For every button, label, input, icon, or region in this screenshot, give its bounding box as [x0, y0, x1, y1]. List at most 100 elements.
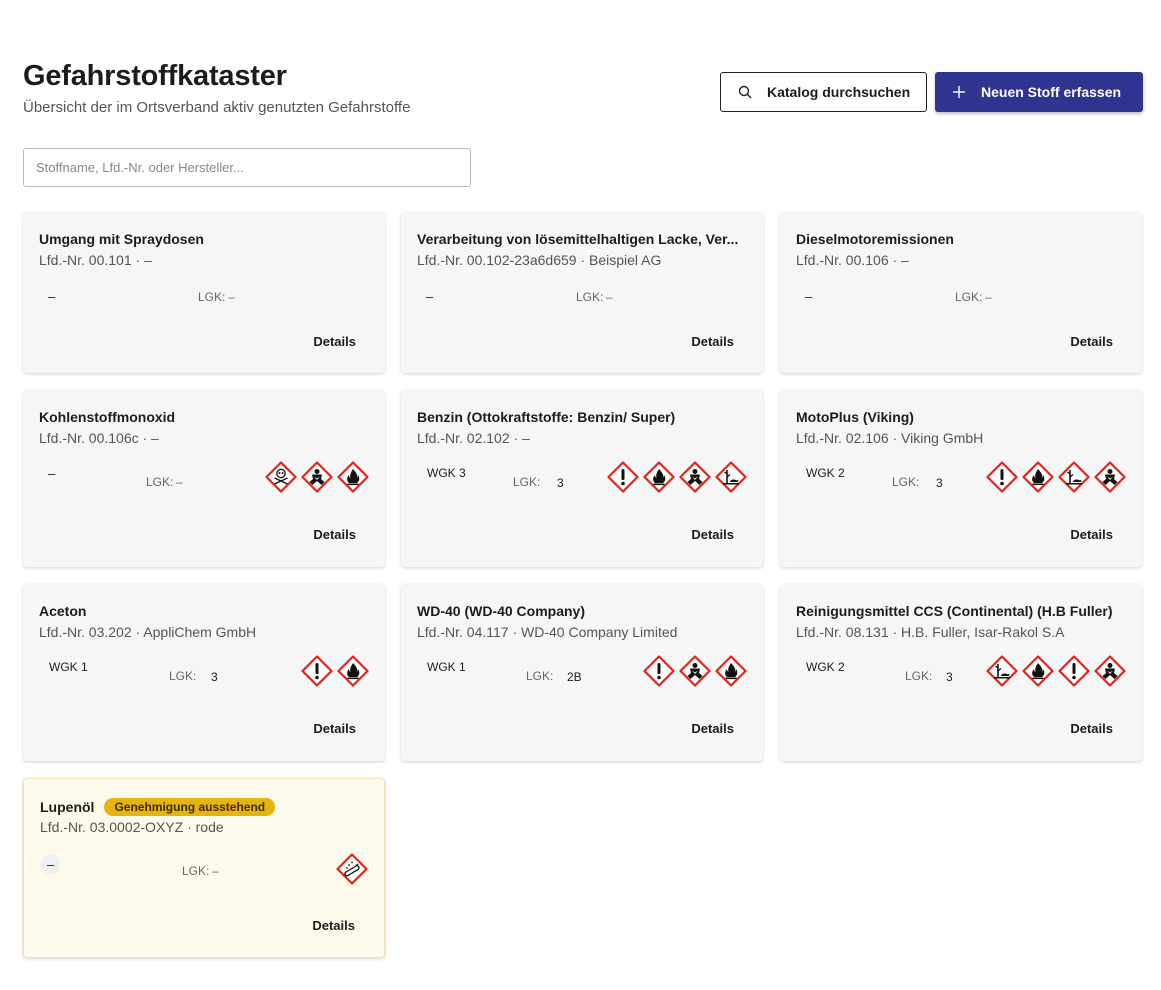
wgk-value: WGK 2	[806, 466, 845, 480]
substance-card: Aceton Lfd.-Nr. 03.202 · AppliChem GmbH WG…	[23, 584, 385, 761]
details-link[interactable]: Details	[312, 918, 355, 933]
substance-card: Benzin (Ottokraftstoffe: Benzin/ Super) L…	[401, 390, 763, 567]
card-title: Dieselmotoremissionen	[796, 231, 954, 247]
substance-card: Verarbeitung von lösemittelhaltigen Lack…	[401, 212, 763, 373]
wgk-value: –	[426, 289, 434, 304]
health-hazard-icon	[1094, 655, 1126, 687]
card-meta: Lfd.-Nr. 03.202 · AppliChem GmbH	[39, 624, 257, 640]
card-title-text: Kohlenstoffmonoxid	[39, 409, 176, 425]
lgk-value: 3	[211, 670, 218, 684]
card-meta: Lfd.-Nr. 00.106 · –	[796, 252, 909, 268]
page-header: Gefahrstoffkataster Übersicht der im Ort…	[23, 60, 410, 116]
card-title: Umgang mit Spraydosen	[39, 231, 204, 247]
details-link[interactable]: Details	[691, 334, 734, 349]
search-input[interactable]	[23, 148, 471, 187]
lgk-value: –	[176, 475, 183, 489]
card-title: Verarbeitung von lösemittelhaltigen Lack…	[417, 231, 738, 247]
details-link[interactable]: Details	[1070, 527, 1113, 542]
card-meta: Lfd.-Nr. 08.131 · H.B. Fuller, Isar-Rako…	[796, 624, 1065, 640]
plus-icon	[953, 86, 965, 98]
substance-card: Umgang mit Spraydosen Lfd.-Nr. 00.101 · –…	[23, 212, 385, 373]
lgk-label: LGK:	[513, 475, 541, 489]
details-link[interactable]: Details	[1070, 721, 1113, 736]
new-substance-label: Neuen Stoff erfassen	[981, 84, 1122, 100]
exclamation-icon	[301, 655, 333, 687]
details-link[interactable]: Details	[1070, 334, 1113, 349]
new-substance-button[interactable]: Neuen Stoff erfassen	[935, 72, 1143, 112]
card-meta: Lfd.-Nr. 00.101 · –	[39, 252, 152, 268]
lgk-value: 3	[936, 476, 943, 490]
details-link[interactable]: Details	[691, 527, 734, 542]
catalog-search-button[interactable]: Katalog durchsuchen	[720, 72, 927, 112]
health-hazard-icon	[1094, 461, 1126, 493]
wgk-value: –	[805, 289, 813, 304]
card-meta: Lfd.-Nr. 04.117 · WD-40 Company Limited	[417, 624, 678, 640]
wgk-value: WGK 3	[427, 466, 466, 480]
page-subtitle: Übersicht der im Ortsverband aktiv genut…	[23, 99, 411, 116]
card-title: Lupenöl Genehmigung ausstehend	[40, 798, 276, 816]
flame-icon	[643, 461, 675, 493]
environment-icon	[1058, 461, 1090, 493]
lgk-label: LGK:	[905, 669, 933, 683]
details-link[interactable]: Details	[313, 721, 356, 736]
substance-card: WD-40 (WD-40 Company) Lfd.-Nr. 04.117 · W…	[401, 584, 763, 761]
card-title-text: Dieselmotoremissionen	[796, 231, 954, 247]
flame-icon	[337, 655, 369, 687]
health-hazard-icon	[679, 655, 711, 687]
status-badge: Genehmigung ausstehend	[104, 798, 276, 816]
ghs-pictograms	[265, 461, 369, 493]
card-title-text: Benzin (Ottokraftstoffe: Benzin/ Super)	[417, 409, 676, 425]
lgk-value: –	[606, 290, 613, 304]
ghs-pictograms	[986, 655, 1126, 687]
lgk-label: LGK:	[182, 864, 210, 878]
card-title: WD-40 (WD-40 Company)	[417, 603, 585, 619]
exclamation-icon	[607, 461, 639, 493]
wgk-value: WGK 2	[806, 660, 845, 674]
lgk-label: LGK:	[146, 475, 174, 489]
card-title: Aceton	[39, 603, 86, 619]
catalog-search-label: Katalog durchsuchen	[767, 84, 911, 100]
substance-card: Lupenöl Genehmigung ausstehend Lfd.-Nr. 03…	[23, 778, 385, 958]
ghs-pictograms	[336, 853, 368, 885]
card-meta: Lfd.-Nr. 02.106 · Viking GmbH	[796, 430, 984, 446]
card-meta: Lfd.-Nr. 02.102 · –	[417, 430, 530, 446]
skull-icon	[265, 461, 297, 493]
gas-cylinder-icon	[336, 853, 368, 885]
environment-icon	[715, 461, 747, 493]
health-hazard-icon	[301, 461, 333, 493]
search-icon	[738, 85, 752, 99]
health-hazard-icon	[679, 461, 711, 493]
flame-icon	[1022, 655, 1054, 687]
card-title-text: Verarbeitung von lösemittelhaltigen Lack…	[417, 231, 739, 247]
environment-icon	[986, 655, 1018, 687]
exclamation-icon	[643, 655, 675, 687]
flame-icon	[715, 655, 747, 687]
card-title-text: Aceton	[39, 603, 87, 619]
details-link[interactable]: Details	[691, 721, 734, 736]
ghs-pictograms	[986, 461, 1126, 493]
ghs-pictograms	[301, 655, 369, 687]
card-meta: Lfd.-Nr. 03.0002-OXYZ · rode	[40, 819, 224, 835]
lgk-label: LGK:	[955, 290, 983, 304]
lgk-value: 2B	[567, 670, 582, 684]
wgk-value: –	[41, 855, 61, 874]
card-title: Benzin (Ottokraftstoffe: Benzin/ Super)	[417, 409, 675, 425]
ghs-pictograms	[607, 461, 747, 493]
details-link[interactable]: Details	[313, 334, 356, 349]
ghs-pictograms	[643, 655, 747, 687]
substance-card: Reinigungsmittel CCS (Continental) (H.B …	[780, 584, 1142, 761]
page-title: Gefahrstoffkataster	[23, 60, 287, 92]
wgk-value: WGK 1	[427, 660, 466, 674]
card-title: Reinigungsmittel CCS (Continental) (H.B …	[796, 603, 1113, 619]
card-title-text: Lupenöl	[40, 799, 95, 815]
lgk-value: –	[228, 290, 235, 304]
wgk-value: –	[48, 466, 56, 481]
details-link[interactable]: Details	[313, 527, 356, 542]
substance-card: Dieselmotoremissionen Lfd.-Nr. 00.106 · –…	[780, 212, 1142, 373]
exclamation-icon	[1058, 655, 1090, 687]
card-meta: Lfd.-Nr. 00.106c · –	[39, 430, 159, 446]
card-title: MotoPlus (Viking)	[796, 409, 914, 425]
wgk-value: –	[48, 289, 56, 304]
wgk-value: WGK 1	[49, 660, 88, 674]
substance-card: MotoPlus (Viking) Lfd.-Nr. 02.106 · Vikin…	[780, 390, 1142, 567]
